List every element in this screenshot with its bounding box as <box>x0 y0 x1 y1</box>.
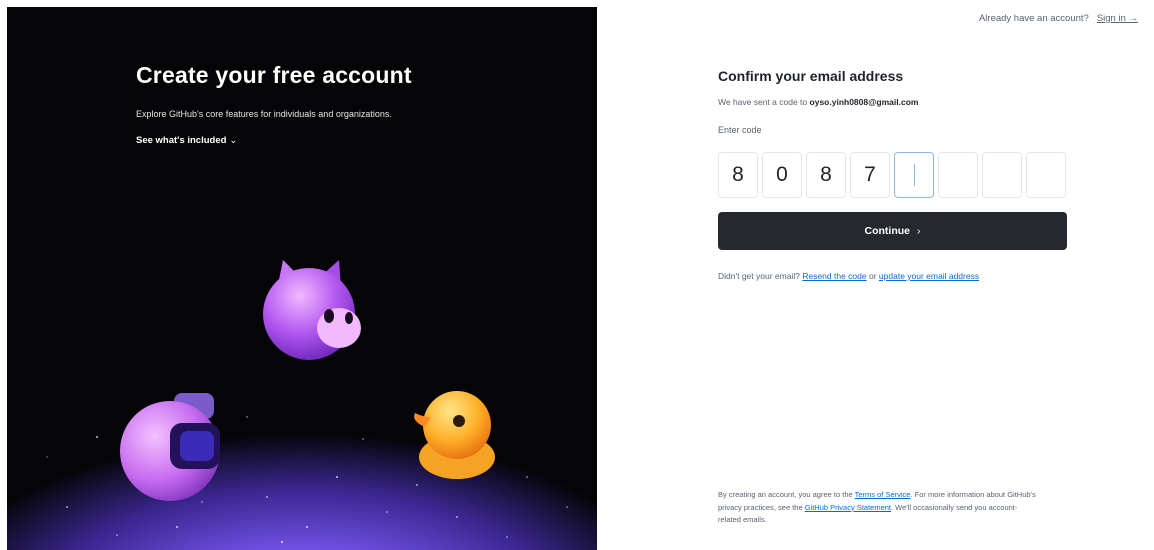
sign-in-link[interactable]: Sign in → <box>1097 13 1138 24</box>
see-whats-included-label: See what's included <box>136 135 227 146</box>
cat-mascot-icon <box>263 260 361 360</box>
code-input-group: 8 0 8 7 <box>718 152 1066 198</box>
help-prefix: Didn't get your email? <box>718 271 800 281</box>
duck-mascot-icon <box>414 391 495 479</box>
resend-help-text: Didn't get your email? Resend the code o… <box>718 269 1048 283</box>
continue-button[interactable]: Continue › <box>718 212 1067 250</box>
see-whats-included-toggle[interactable]: See what's included ⌄ <box>136 135 237 146</box>
code-digit-5[interactable] <box>894 152 934 198</box>
already-have-account-text: Already have an account? <box>978 13 1089 24</box>
code-digit-3[interactable]: 8 <box>806 152 846 198</box>
legal-notice: By creating an account, you agree to the… <box>718 489 1038 527</box>
hero-panel: Create your free account Explore GitHub'… <box>7 7 597 550</box>
code-digit-6[interactable] <box>938 152 978 198</box>
code-digit-1[interactable]: 8 <box>718 152 758 198</box>
hero-title: Create your free account <box>136 62 412 88</box>
code-digit-7[interactable] <box>982 152 1022 198</box>
code-digit-8[interactable] <box>1026 152 1066 198</box>
email-address: oyso.yinh0808@gmail.com <box>809 97 919 107</box>
update-email-link[interactable]: update your email address <box>879 271 979 281</box>
resend-code-link[interactable]: Resend the code <box>802 271 866 281</box>
continue-label: Continue <box>864 225 911 237</box>
form-title: Confirm your email address <box>718 68 904 84</box>
code-digit-4[interactable]: 7 <box>850 152 890 198</box>
terms-of-service-link[interactable]: Terms of Service <box>855 490 911 499</box>
legal-part-1: By creating an account, you agree to the <box>718 490 853 499</box>
enter-code-label: Enter code <box>718 125 762 135</box>
astronaut-mascot-icon <box>120 393 220 501</box>
sign-in-bar: Already have an account? Sign in → <box>979 13 1138 24</box>
code-digit-2[interactable]: 0 <box>762 152 802 198</box>
code-sent-prefix: We have sent a code to <box>718 97 808 107</box>
help-or: or <box>868 271 877 281</box>
privacy-statement-link[interactable]: GitHub Privacy Statement <box>805 503 891 512</box>
chevron-right-icon: › <box>917 225 921 237</box>
chevron-down-icon: ⌄ <box>229 135 238 146</box>
code-sent-message: We have sent a code to oyso.yinh0808@gma… <box>718 97 918 107</box>
text-caret <box>913 164 915 186</box>
hero-subtitle: Explore GitHub's core features for indiv… <box>136 109 392 119</box>
